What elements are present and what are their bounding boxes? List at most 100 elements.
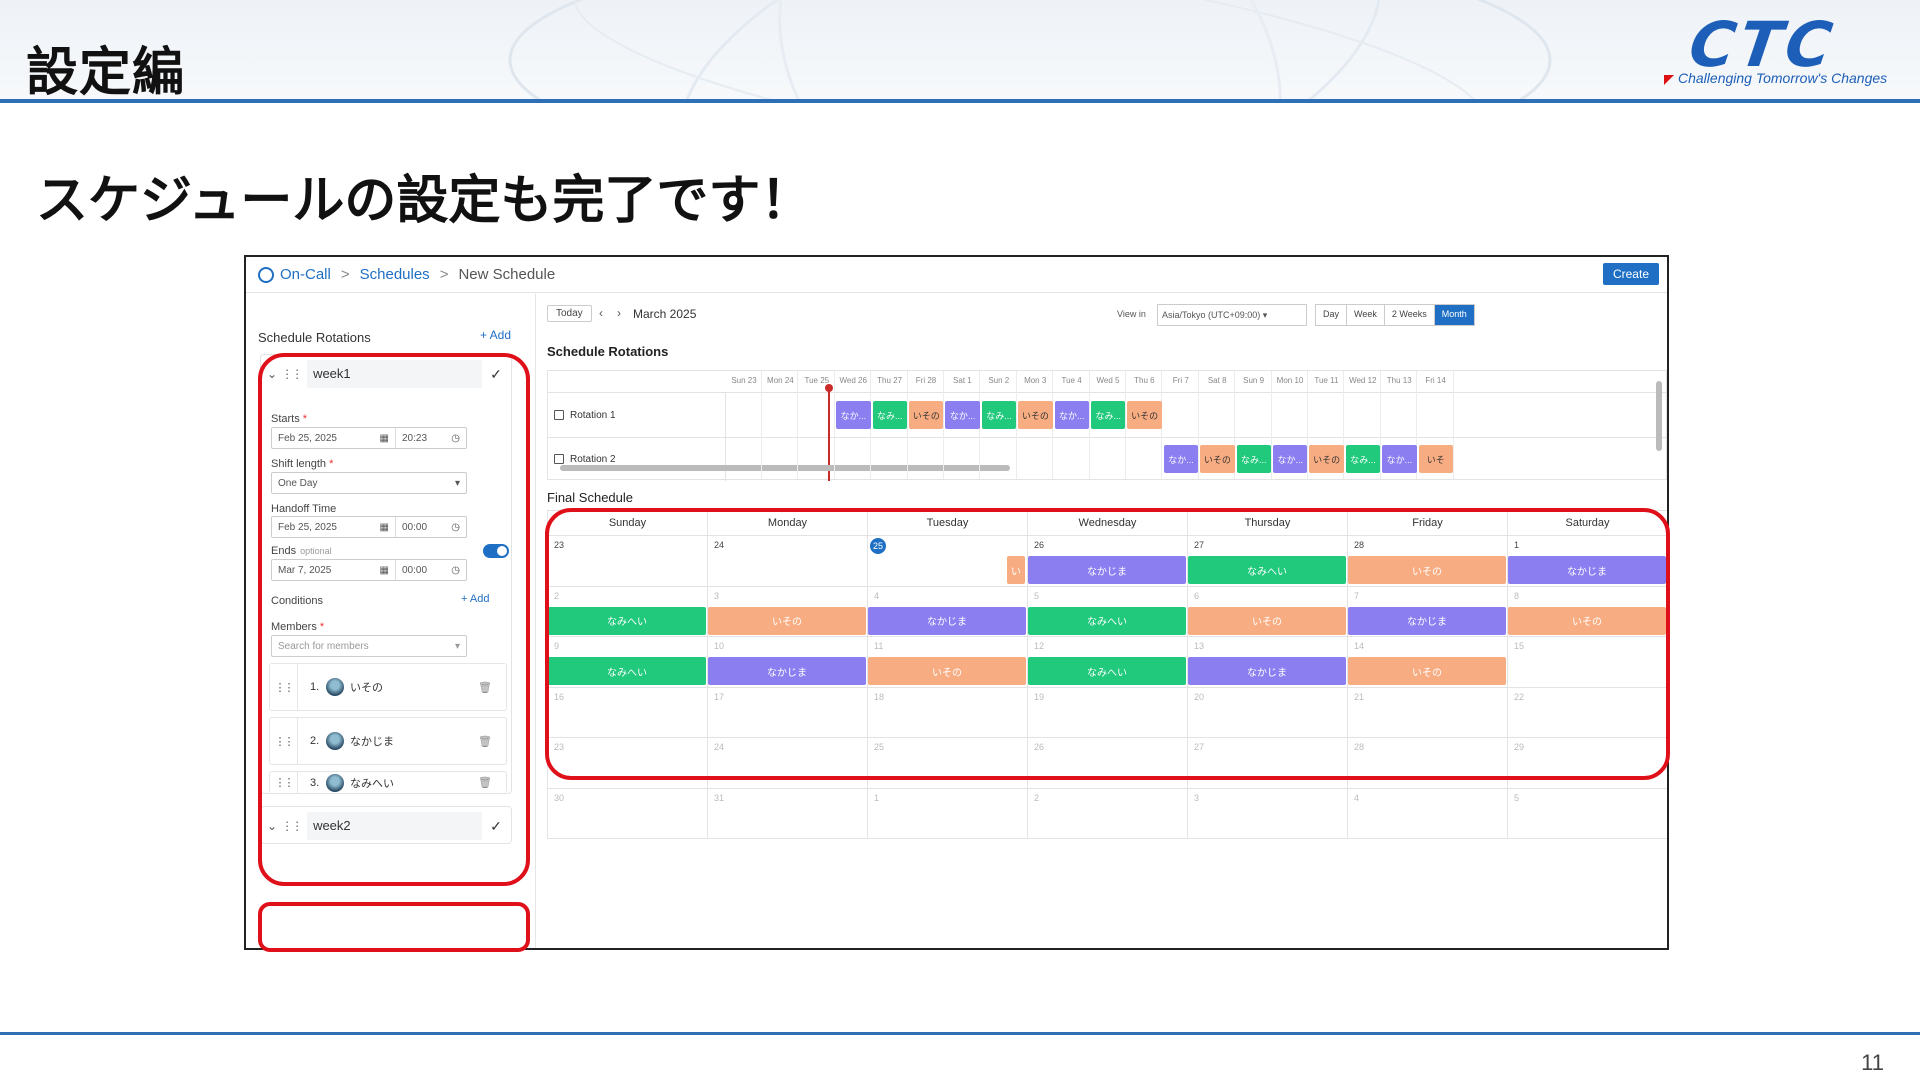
- calendar-day-cell[interactable]: 24: [707, 738, 867, 789]
- chevron-down-icon[interactable]: ⌄: [267, 367, 277, 381]
- rotation-shift-block[interactable]: いその: [1018, 401, 1053, 429]
- calendar-day-cell[interactable]: 21: [1347, 687, 1507, 738]
- schedule-event[interactable]: なみへい: [1028, 606, 1186, 635]
- calendar-day-cell[interactable]: 29: [1507, 738, 1667, 789]
- rotation-shift-block[interactable]: なみ...: [981, 401, 1017, 429]
- calendar-day-cell[interactable]: 30: [547, 788, 707, 839]
- schedule-event[interactable]: いその: [1188, 606, 1346, 635]
- calendar-day-cell[interactable]: 27: [1187, 738, 1347, 789]
- rotation-shift-block[interactable]: いその: [1200, 445, 1235, 473]
- member-search-input[interactable]: Search for members ▾: [271, 635, 467, 657]
- calendar-icon[interactable]: ▦: [380, 522, 389, 533]
- rotation-shift-block[interactable]: いその: [1309, 445, 1344, 473]
- calendar-day-cell[interactable]: 28: [1347, 738, 1507, 789]
- view-2weeks-button[interactable]: 2 Weeks: [1385, 305, 1435, 325]
- chevron-right-icon[interactable]: ›: [617, 306, 621, 320]
- schedule-event[interactable]: いその: [1348, 556, 1506, 584]
- trash-icon[interactable]: 🗑: [478, 776, 492, 789]
- trash-icon[interactable]: 🗑: [478, 681, 492, 694]
- calendar-icon[interactable]: ▦: [380, 565, 389, 576]
- schedule-event[interactable]: なみへい: [548, 657, 706, 685]
- schedule-event[interactable]: なみへい: [1188, 556, 1346, 584]
- rotation-shift-block[interactable]: なみ...: [1345, 445, 1381, 473]
- create-button[interactable]: Create: [1602, 263, 1659, 285]
- rotation-shift-block[interactable]: いその: [1127, 401, 1162, 429]
- calendar-day-cell[interactable]: 23: [547, 536, 707, 587]
- add-condition-button[interactable]: + Add: [461, 593, 489, 605]
- calendar-day-cell[interactable]: 5: [1507, 788, 1667, 839]
- rotation-shift-block[interactable]: いその: [909, 401, 944, 429]
- ends-toggle[interactable]: [483, 544, 509, 558]
- calendar-day-cell[interactable]: 23: [547, 738, 707, 789]
- schedule-event[interactable]: い: [1007, 556, 1025, 584]
- breadcrumb-schedules[interactable]: Schedules: [360, 266, 430, 283]
- drag-handle-icon[interactable]: ⋮⋮: [281, 819, 303, 833]
- calendar-day-cell[interactable]: 26: [1027, 738, 1187, 789]
- schedule-event[interactable]: いその: [1508, 606, 1666, 635]
- schedule-event[interactable]: なみへい: [548, 606, 706, 635]
- calendar-day-cell[interactable]: 15: [1507, 637, 1667, 688]
- rotation-shift-block[interactable]: なみ...: [1236, 445, 1271, 473]
- rotation-shift-block[interactable]: なか...: [1163, 445, 1199, 473]
- handoff-field[interactable]: Feb 25, 2025 ▦ 00:00 ◷: [271, 516, 467, 538]
- ends-field[interactable]: Mar 7, 2025 ▦ 00:00 ◷: [271, 559, 467, 581]
- rotation-name-input[interactable]: week2: [307, 812, 483, 840]
- rotation-shift-block[interactable]: なか...: [1054, 401, 1089, 429]
- rotation-shift-block[interactable]: なみ...: [872, 401, 907, 429]
- member-row[interactable]: ⋮⋮ 1. いその 🗑: [269, 663, 507, 711]
- vertical-scrollbar[interactable]: [1656, 381, 1662, 451]
- add-rotation-button[interactable]: + Add: [480, 328, 511, 342]
- rotation-shift-block[interactable]: なか...: [1382, 445, 1417, 473]
- schedule-event[interactable]: なかじま: [1188, 657, 1346, 685]
- view-week-button[interactable]: Week: [1347, 305, 1385, 325]
- calendar-day-cell[interactable]: 20: [1187, 687, 1347, 738]
- calendar-day-cell[interactable]: 17: [707, 687, 867, 738]
- trash-icon[interactable]: 🗑: [478, 735, 492, 748]
- drag-handle-icon[interactable]: ⋮⋮: [281, 367, 303, 381]
- calendar-day-cell[interactable]: 2: [1027, 788, 1187, 839]
- schedule-event[interactable]: いその: [708, 606, 866, 635]
- calendar-day-cell[interactable]: 25: [867, 738, 1027, 789]
- breadcrumb-on-call[interactable]: On-Call: [280, 266, 331, 283]
- calendar-day-cell[interactable]: 18: [867, 687, 1027, 738]
- drag-handle-icon[interactable]: ⋮⋮: [270, 772, 298, 793]
- check-icon[interactable]: ✓: [490, 366, 502, 383]
- calendar-day-cell[interactable]: 4: [1347, 788, 1507, 839]
- calendar-day-cell[interactable]: 25: [867, 536, 1027, 587]
- schedule-event[interactable]: なみへい: [1028, 657, 1186, 685]
- schedule-event[interactable]: いその: [1348, 657, 1506, 685]
- rotation-shift-block[interactable]: なみ...: [1091, 401, 1126, 429]
- rotation-shift-block[interactable]: いそ: [1418, 445, 1453, 473]
- calendar-day-cell[interactable]: 16: [547, 687, 707, 738]
- chevron-left-icon[interactable]: ‹: [599, 306, 603, 320]
- schedule-event[interactable]: なかじま: [1028, 556, 1186, 584]
- clock-icon[interactable]: ◷: [451, 522, 460, 533]
- schedule-event[interactable]: いその: [868, 657, 1026, 685]
- schedule-event[interactable]: なかじま: [1348, 606, 1506, 635]
- schedule-event[interactable]: なかじま: [708, 657, 866, 685]
- rotation-shift-block[interactable]: なか...: [1273, 445, 1308, 473]
- schedule-event[interactable]: なかじま: [1508, 556, 1666, 584]
- starts-field[interactable]: Feb 25, 2025 ▦ 20:23 ◷: [271, 427, 467, 449]
- shift-length-select[interactable]: One Day ▾: [271, 472, 467, 494]
- clock-icon[interactable]: ◷: [451, 433, 460, 444]
- clock-icon[interactable]: ◷: [451, 565, 460, 576]
- calendar-day-cell[interactable]: 24: [707, 536, 867, 587]
- calendar-icon[interactable]: ▦: [380, 433, 389, 444]
- calendar-day-cell[interactable]: 22: [1507, 687, 1667, 738]
- rotation-shift-block[interactable]: なか...: [945, 401, 980, 429]
- timezone-select[interactable]: Asia/Tokyo (UTC+09:00) ▾: [1157, 304, 1307, 326]
- schedule-event[interactable]: なかじま: [868, 606, 1026, 635]
- check-icon[interactable]: ✓: [490, 818, 502, 835]
- calendar-day-cell[interactable]: 3: [1187, 788, 1347, 839]
- rotation-shift-block[interactable]: なか...: [836, 401, 871, 429]
- drag-handle-icon[interactable]: ⋮⋮: [270, 664, 298, 710]
- member-row[interactable]: ⋮⋮ 2. なかじま 🗑: [269, 717, 507, 765]
- rotation-name-input[interactable]: week1: [307, 360, 483, 388]
- drag-handle-icon[interactable]: ⋮⋮: [270, 718, 298, 764]
- member-row[interactable]: ⋮⋮ 3. なみへい 🗑: [269, 771, 507, 793]
- view-day-button[interactable]: Day: [1316, 305, 1348, 325]
- calendar-day-cell[interactable]: 19: [1027, 687, 1187, 738]
- view-month-button[interactable]: Month: [1434, 305, 1474, 325]
- calendar-day-cell[interactable]: 1: [867, 788, 1027, 839]
